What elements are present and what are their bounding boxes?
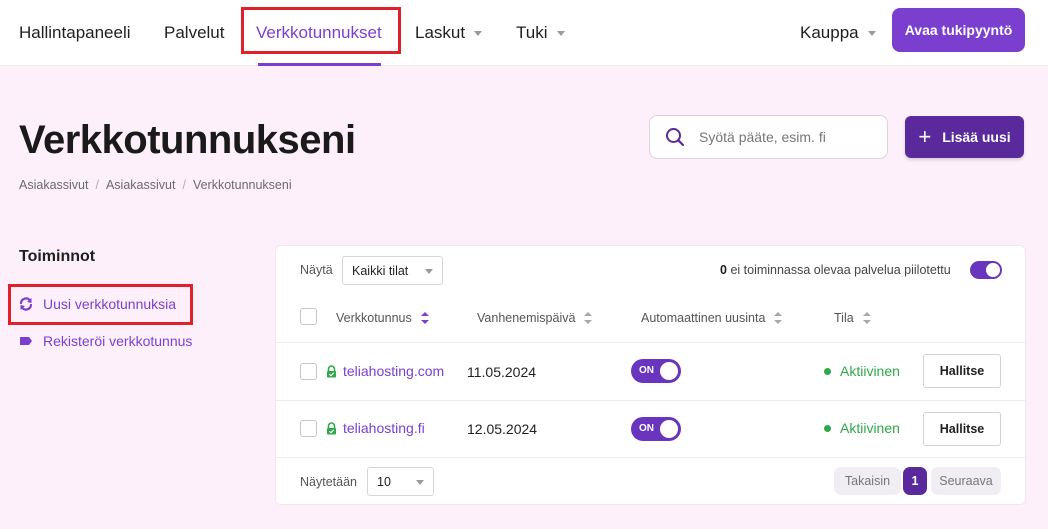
page-size-value: 10	[377, 474, 391, 489]
sidebar-item-label: Uusi verkkotunnuksia	[43, 296, 177, 312]
nav-item-label: Hallintapaneeli	[19, 23, 131, 42]
status-text: Aktiivinen	[840, 420, 900, 436]
select-all-checkbox[interactable]	[300, 308, 317, 325]
domain-search-box[interactable]	[649, 115, 888, 159]
sort-icon	[862, 312, 871, 324]
column-header-status[interactable]: Tila	[834, 311, 871, 325]
expiry-date: 12.05.2024	[467, 421, 538, 437]
sidebar-item-label: Rekisteröi verkkotunnus	[43, 333, 193, 349]
domain-link[interactable]: teliahosting.com	[326, 363, 444, 379]
nav-item-label: Tuki	[516, 23, 548, 42]
next-page-button[interactable]: Seuraava	[931, 467, 1001, 495]
status-badge: Aktiivinen	[824, 420, 900, 436]
search-icon	[666, 128, 685, 147]
expiry-date: 11.05.2024	[467, 364, 537, 380]
hidden-services-text: ei toiminnassa olevaa palvelua piilotett…	[730, 263, 951, 277]
breadcrumb-current: Verkkotunnukseni	[192, 178, 292, 192]
autorenew-toggle[interactable]: ON	[631, 417, 681, 441]
active-tab-indicator	[258, 63, 381, 66]
row-checkbox[interactable]	[300, 363, 317, 380]
add-new-label: Lisää uusi	[942, 129, 1011, 145]
toggle-state-label: ON	[639, 423, 654, 434]
chevron-down-icon	[416, 480, 424, 485]
chevron-down-icon	[474, 30, 483, 36]
column-header-label: Tila	[834, 311, 854, 325]
top-navigation: Hallintapaneeli Palvelut Verkkotunnukset…	[0, 0, 1048, 66]
column-header-domain[interactable]: Verkkotunnus	[336, 311, 429, 325]
sort-icon	[584, 312, 593, 324]
nav-item-label: Kauppa	[800, 23, 859, 42]
previous-page-button[interactable]: Takaisin	[834, 467, 901, 495]
page-size-label: Näytetään	[300, 475, 357, 489]
manage-button[interactable]: Hallitse	[923, 412, 1001, 446]
nav-item-dashboard[interactable]: Hallintapaneeli	[19, 0, 131, 66]
nav-item-invoices[interactable]: Laskut	[415, 0, 483, 66]
hidden-services-count: 0	[720, 263, 727, 277]
chevron-down-icon	[556, 30, 565, 36]
manage-button[interactable]: Hallitse	[923, 354, 1001, 388]
sort-icon	[420, 312, 429, 324]
nav-item-domains[interactable]: Verkkotunnukset	[256, 0, 382, 66]
breadcrumb-item[interactable]: Asiakassivut	[19, 178, 88, 192]
sidebar-item-renew-domains[interactable]: Uusi verkkotunnuksia	[19, 296, 176, 312]
status-dot-icon	[824, 424, 831, 432]
lock-icon	[327, 421, 336, 434]
nav-item-label: Verkkotunnukset	[256, 23, 382, 42]
status-filter-select[interactable]: Kaikki tilat	[342, 256, 443, 285]
column-header-autorenew[interactable]: Automaattinen uusinta	[641, 311, 783, 325]
row-divider	[276, 457, 1025, 458]
column-header-expiry[interactable]: Vanhenemispäivä	[477, 311, 593, 325]
nav-item-services[interactable]: Palvelut	[164, 0, 224, 66]
sort-icon	[774, 312, 783, 324]
plus-icon: +	[918, 124, 932, 149]
filter-label: Näytä	[300, 263, 333, 277]
hide-inactive-toggle[interactable]	[970, 261, 1002, 279]
column-header-label: Automaattinen uusinta	[641, 311, 766, 325]
nav-item-label: Laskut	[415, 23, 466, 42]
status-badge: Aktiivinen	[824, 363, 900, 379]
domain-link[interactable]: teliahosting.fi	[326, 420, 425, 436]
sidebar-title: Toiminnot	[19, 248, 96, 265]
page-title: Verkkotunnukseni	[19, 118, 356, 162]
toggle-knob	[986, 263, 1000, 277]
page-size-select[interactable]: 10	[367, 467, 434, 496]
domain-name: teliahosting.com	[343, 363, 445, 379]
chevron-down-icon	[425, 269, 433, 274]
open-ticket-button[interactable]: Avaa tukipyyntö	[892, 8, 1025, 52]
autorenew-toggle[interactable]: ON	[631, 359, 681, 383]
breadcrumb-item[interactable]: Asiakassivut	[106, 178, 175, 192]
breadcrumb: Asiakassivut / Asiakassivut / Verkkotunn…	[19, 178, 292, 192]
column-header-label: Vanhenemispäivä	[477, 311, 576, 325]
hidden-services-note: 0 ei toiminnassa olevaa palvelua piilote…	[720, 263, 951, 277]
column-header-label: Verkkotunnus	[336, 311, 412, 325]
status-filter-value: Kaikki tilat	[352, 263, 409, 278]
breadcrumb-separator: /	[95, 178, 99, 192]
current-page-button[interactable]: 1	[903, 467, 927, 495]
tag-icon	[20, 337, 32, 345]
nav-item-support[interactable]: Tuki	[516, 0, 565, 66]
toggle-state-label: ON	[639, 365, 654, 376]
toggle-knob	[660, 420, 678, 438]
add-new-button[interactable]: + Lisää uusi	[905, 116, 1024, 158]
breadcrumb-separator: /	[182, 178, 186, 192]
nav-item-label: Palvelut	[164, 23, 225, 42]
domains-table-card: Näytä Kaikki tilat 0 ei toiminnassa olev…	[275, 245, 1026, 505]
status-dot-icon	[824, 367, 831, 375]
toggle-knob	[660, 362, 678, 380]
status-text: Aktiivinen	[840, 363, 900, 379]
row-divider	[276, 400, 1025, 401]
row-checkbox[interactable]	[300, 420, 317, 437]
lock-icon	[327, 364, 336, 377]
renew-icon	[19, 297, 33, 311]
row-divider	[276, 342, 1025, 343]
nav-item-store[interactable]: Kauppa	[800, 0, 876, 66]
sidebar-item-register-domain[interactable]: Rekisteröi verkkotunnus	[19, 333, 192, 349]
domain-name: teliahosting.fi	[343, 420, 425, 436]
search-input[interactable]	[699, 129, 869, 145]
chevron-down-icon	[867, 30, 876, 36]
